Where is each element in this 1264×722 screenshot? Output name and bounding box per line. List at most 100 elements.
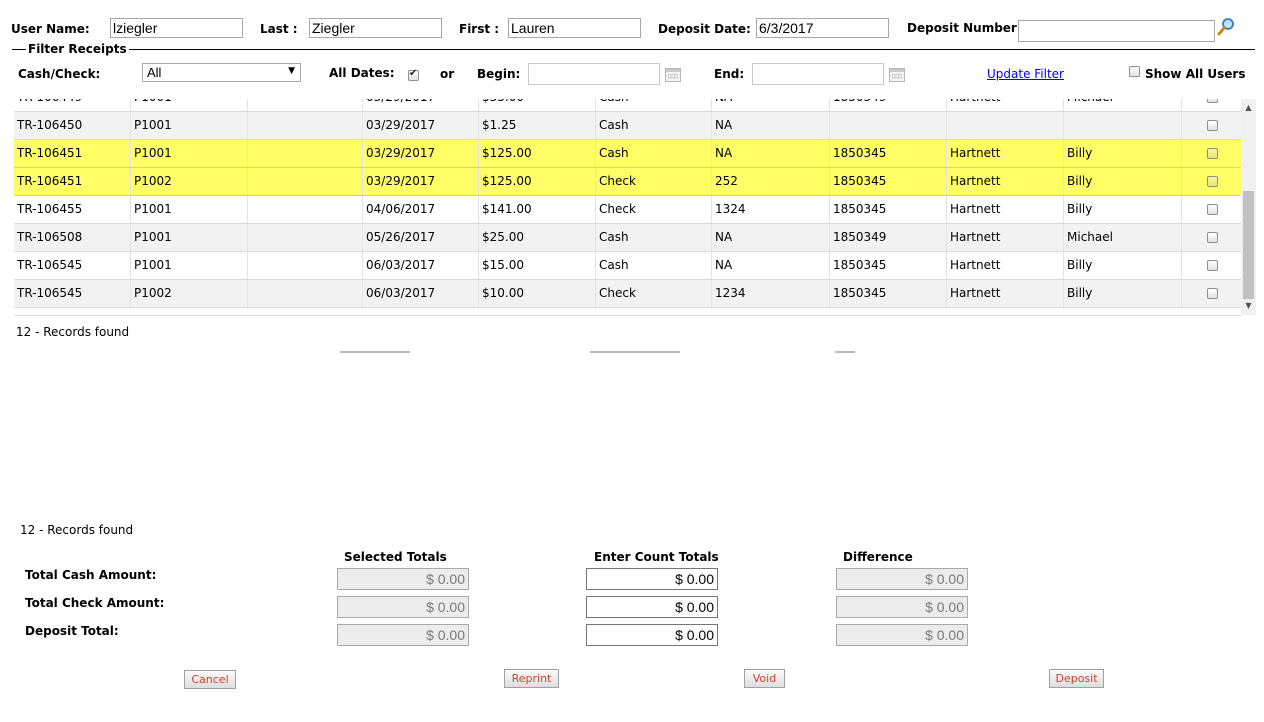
- scroll-down-icon[interactable]: ▼: [1241, 299, 1256, 313]
- selected-check-total: $ 0.00: [337, 596, 469, 618]
- all-dates-checkbox[interactable]: ✔: [408, 68, 419, 81]
- row-select-checkbox[interactable]: [1207, 148, 1218, 159]
- difference-header: Difference: [843, 550, 913, 564]
- first-name-cell: Billy: [1063, 140, 1181, 167]
- row-select-checkbox[interactable]: [1207, 120, 1218, 131]
- row-select-checkbox[interactable]: [1207, 176, 1218, 187]
- reprint-button[interactable]: Reprint: [504, 669, 559, 688]
- amount-cell: $125.00: [478, 168, 595, 195]
- show-all-users-label: Show All Users: [1145, 67, 1246, 81]
- end-label: End:: [714, 67, 745, 81]
- blank-cell: [247, 252, 362, 279]
- receipt-cell: TR-106545: [17, 258, 83, 272]
- table-scrollbar[interactable]: ▲ ▼: [1241, 99, 1256, 315]
- first-name-cell: Michael: [1063, 99, 1181, 111]
- row-select-checkbox[interactable]: [1207, 232, 1218, 243]
- blank-cell: [247, 196, 362, 223]
- user-name-label: User Name:: [11, 22, 90, 36]
- check-number-cell: NA: [711, 99, 829, 111]
- table-row[interactable]: TR-106451 P1001 03/29/2017 $125.00 Cash NA 185…: [14, 140, 1241, 168]
- receipt-cell: TR-106450: [17, 118, 83, 132]
- count-check-input[interactable]: $ 0.00: [586, 596, 718, 618]
- show-all-users-checkbox[interactable]: [1129, 66, 1140, 77]
- blank-cell: [247, 112, 362, 139]
- type-cell: Check: [595, 196, 711, 223]
- date-cell: 03/29/2017: [362, 99, 478, 111]
- begin-label: Begin:: [477, 67, 521, 81]
- type-cell: Cash: [595, 140, 711, 167]
- table-row[interactable]: TR-106455 P1001 04/06/2017 $141.00 Check 1324…: [14, 196, 1241, 224]
- count-deposit-input[interactable]: $ 0.00: [586, 624, 718, 646]
- blank-cell: [247, 280, 362, 307]
- deposit-number-field[interactable]: [1018, 20, 1215, 42]
- last-name-label: Last :: [260, 22, 298, 36]
- deposit-date-label: Deposit Date:: [658, 22, 751, 36]
- selected-deposit-total: $ 0.00: [337, 624, 469, 646]
- receipt-cell: TR-106451: [17, 146, 83, 160]
- scroll-thumb[interactable]: [1243, 191, 1254, 299]
- begin-date-field[interactable]: [528, 63, 660, 85]
- blank-cell: [247, 99, 362, 111]
- first-name-cell: Billy: [1063, 252, 1181, 279]
- deposit-total-label: Deposit Total:: [25, 624, 119, 638]
- calendar-icon[interactable]: [889, 68, 905, 82]
- scroll-up-icon[interactable]: ▲: [1241, 101, 1256, 115]
- cash-check-select[interactable]: All ▼: [142, 63, 301, 82]
- or-label: or: [440, 67, 455, 81]
- total-cash-label: Total Cash Amount:: [25, 568, 157, 582]
- date-cell: 04/06/2017: [362, 196, 478, 223]
- code-cell: P1001: [130, 224, 247, 251]
- date-cell: 06/03/2017: [362, 280, 478, 307]
- check-number-cell: NA: [711, 252, 829, 279]
- account-cell: 1850345: [829, 140, 946, 167]
- first-name-field[interactable]: Lauren: [508, 18, 641, 38]
- receipts-table: TR-106449P100103/29/2017$35.00CashNA1850…: [14, 99, 1241, 316]
- total-check-label: Total Check Amount:: [25, 596, 165, 610]
- table-row[interactable]: TR-106450 P1001 03/29/2017 $1.25 Cash NA: [14, 112, 1241, 140]
- last-name-field[interactable]: Ziegler: [309, 18, 442, 38]
- last-name-cell: Hartnett: [946, 140, 1063, 167]
- row-select-checkbox[interactable]: [1207, 260, 1218, 271]
- date-cell: 03/29/2017: [362, 112, 478, 139]
- table-row[interactable]: TR-106449P1001 03/29/2017$35.00CashNA1850…: [14, 99, 1241, 112]
- cancel-button[interactable]: Cancel: [184, 670, 236, 689]
- records-found-top: 12 - Records found: [16, 325, 130, 339]
- clipped-header-strip: [330, 351, 890, 355]
- receipt-cell: TR-106449: [14, 99, 130, 111]
- row-select-checkbox[interactable]: [1207, 204, 1218, 215]
- check-number-cell: 1324: [711, 196, 829, 223]
- void-button[interactable]: Void: [744, 669, 785, 688]
- filter-legend: Filter Receipts: [26, 42, 129, 56]
- receipt-cell: TR-106545: [17, 286, 83, 300]
- calendar-icon[interactable]: [665, 68, 681, 82]
- magnifier-icon[interactable]: [1217, 17, 1235, 37]
- table-row[interactable]: TR-106545 P1001 06/03/2017 $15.00 Cash NA 1850…: [14, 252, 1241, 280]
- user-name-field[interactable]: lziegler: [110, 18, 243, 38]
- count-cash-input[interactable]: $ 0.00: [586, 568, 718, 590]
- deposit-date-field[interactable]: 6/3/2017: [756, 18, 889, 38]
- table-row[interactable]: TR-106545 P1002 06/03/2017 $10.00 Check 1234 1…: [14, 280, 1241, 308]
- filter-divider: [12, 49, 1255, 50]
- account-cell: 1850349: [829, 99, 946, 111]
- code-cell: P1002: [130, 280, 247, 307]
- row-select-checkbox[interactable]: [1207, 99, 1218, 103]
- end-date-field[interactable]: [752, 63, 884, 85]
- amount-cell: $15.00: [478, 252, 595, 279]
- dropdown-arrow-icon: ▼: [288, 66, 295, 76]
- row-select-checkbox[interactable]: [1207, 288, 1218, 299]
- type-cell: Cash: [595, 252, 711, 279]
- deposit-button[interactable]: Deposit: [1049, 669, 1104, 688]
- first-name-cell: [1063, 112, 1181, 139]
- last-name-cell: [946, 112, 1063, 139]
- check-number-cell: NA: [711, 224, 829, 251]
- count-totals-header: Enter Count Totals: [594, 550, 719, 564]
- table-row[interactable]: TR-106451 P1002 03/29/2017 $125.00 Check 252 1…: [14, 168, 1241, 196]
- table-row[interactable]: TR-106508 P1001 05/26/2017 $25.00 Cash NA 1850…: [14, 224, 1241, 252]
- update-filter-link[interactable]: Update Filter: [987, 67, 1064, 81]
- first-name-label: First :: [459, 22, 500, 36]
- type-cell: Cash: [595, 99, 711, 111]
- amount-cell: $141.00: [478, 196, 595, 223]
- check-number-cell: NA: [711, 112, 829, 139]
- code-cell: P1002: [130, 168, 247, 195]
- check-number-cell: 1234: [711, 280, 829, 307]
